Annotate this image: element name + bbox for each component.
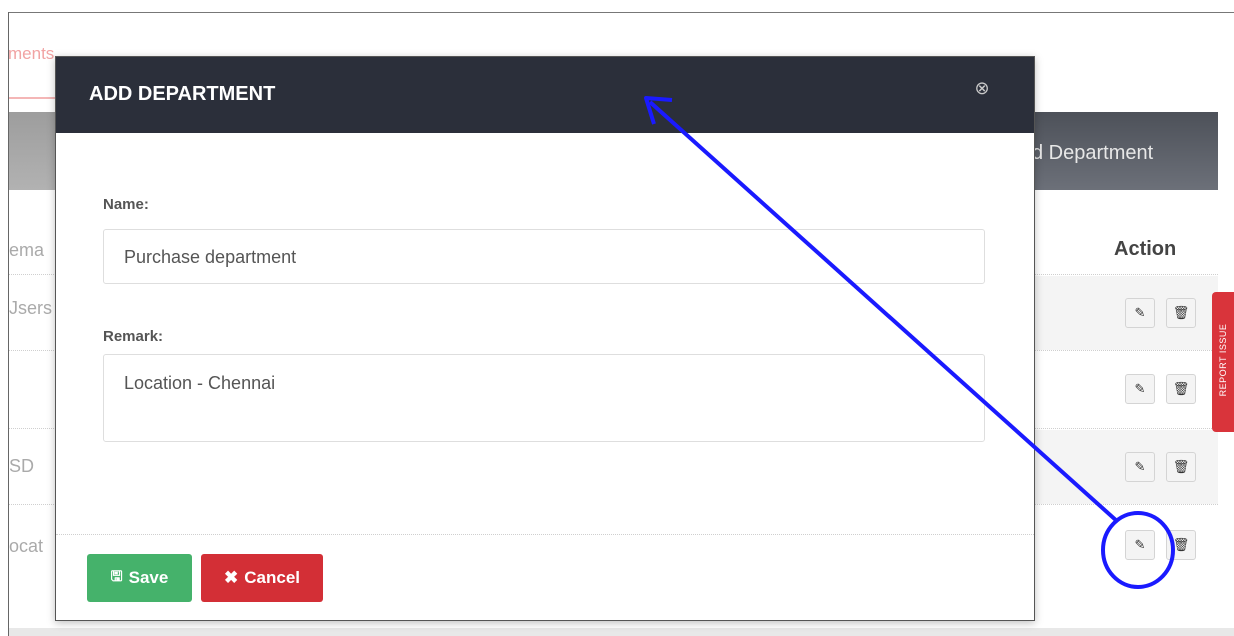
remark-field[interactable]: Location - Chennai bbox=[103, 354, 985, 442]
page-top-border bbox=[8, 12, 1234, 13]
delete-button[interactable]: 🗑 bbox=[1166, 298, 1196, 328]
dialog-title: ADD DEPARTMENT bbox=[89, 83, 276, 105]
report-issue-label: REPORT ISSUE bbox=[1218, 323, 1228, 397]
x-mark-icon: ✖ bbox=[224, 568, 239, 587]
delete-button[interactable]: 🗑 bbox=[1166, 452, 1196, 482]
tab-departments-fragment[interactable]: ments bbox=[8, 44, 54, 64]
name-label: Name: bbox=[103, 196, 149, 213]
add-department-button-label: d Department bbox=[1032, 142, 1154, 164]
dialog-header: ADD DEPARTMENT ⊗ bbox=[56, 57, 1034, 133]
trash-icon: 🗑 bbox=[1172, 459, 1190, 474]
column-header-fragment: ema bbox=[9, 240, 45, 260]
row-text-fragment: Jsers bbox=[9, 298, 53, 318]
pencil-icon: ✎ bbox=[1134, 381, 1146, 396]
edit-button[interactable]: ✎ bbox=[1125, 530, 1155, 560]
dialog-footer-divider bbox=[56, 534, 1034, 535]
delete-button[interactable]: 🗑 bbox=[1166, 530, 1196, 560]
page-footer-band bbox=[9, 628, 1234, 636]
floppy-disk-icon: 🖫 bbox=[110, 568, 123, 584]
row-text-fragment: ocat bbox=[9, 536, 44, 556]
edit-button[interactable]: ✎ bbox=[1125, 452, 1155, 482]
action-column-header: Action bbox=[1114, 238, 1177, 260]
save-button[interactable]: 🖫 Save bbox=[87, 554, 192, 602]
trash-icon: 🗑 bbox=[1172, 537, 1190, 552]
cancel-button[interactable]: ✖ Cancel bbox=[201, 554, 323, 602]
pencil-icon: ✎ bbox=[1134, 459, 1146, 474]
pencil-icon: ✎ bbox=[1134, 305, 1146, 320]
save-button-label: Save bbox=[128, 568, 169, 587]
edit-button[interactable]: ✎ bbox=[1125, 298, 1155, 328]
remark-label: Remark: bbox=[103, 328, 164, 345]
add-department-dialog: ADD DEPARTMENT ⊗ Name: Purchase departme… bbox=[55, 56, 1035, 621]
trash-icon: 🗑 bbox=[1172, 305, 1190, 320]
cancel-button-label: Cancel bbox=[244, 568, 300, 587]
pencil-icon: ✎ bbox=[1134, 537, 1146, 552]
row-text-fragment: SD bbox=[9, 456, 35, 476]
name-field[interactable]: Purchase department bbox=[103, 229, 985, 284]
close-circle-icon[interactable]: ⊗ bbox=[972, 78, 992, 98]
trash-icon: 🗑 bbox=[1172, 381, 1190, 396]
edit-button[interactable]: ✎ bbox=[1125, 374, 1155, 404]
delete-button[interactable]: 🗑 bbox=[1166, 374, 1196, 404]
